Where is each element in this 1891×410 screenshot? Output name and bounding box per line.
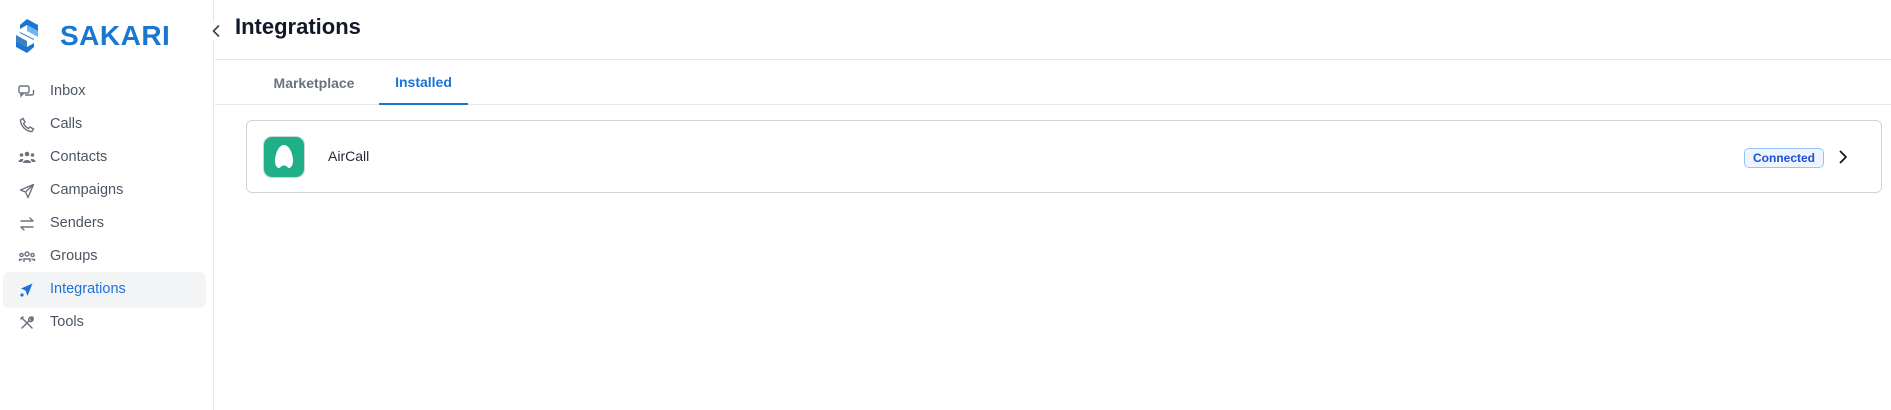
- aircall-logo-icon: [263, 136, 305, 178]
- sidebar-item-inbox[interactable]: Inbox: [3, 74, 206, 110]
- sidebar-item-calls[interactable]: Calls: [3, 107, 206, 143]
- phone-icon: [18, 117, 36, 133]
- tab-marketplace[interactable]: Marketplace: [249, 60, 379, 105]
- sidebar-item-label: Groups: [50, 248, 98, 264]
- integration-card-aircall[interactable]: AirCall Connected: [246, 120, 1882, 193]
- sidebar-item-label: Contacts: [50, 149, 108, 165]
- brand-name: SAKARI: [60, 20, 171, 51]
- chat-bubbles-icon: [18, 84, 36, 100]
- page-header: Integrations: [215, 0, 1891, 60]
- sidebar-item-integrations[interactable]: Integrations: [3, 272, 206, 308]
- brand-logo[interactable]: SAKARI: [14, 18, 170, 54]
- group-icon: [18, 249, 36, 265]
- sidebar-item-label: Senders: [50, 215, 105, 231]
- sidebar-item-contacts[interactable]: Contacts: [3, 140, 206, 176]
- tools-icon: [18, 315, 36, 331]
- sidebar-item-label: Inbox: [50, 83, 86, 99]
- integration-name: AirCall: [328, 148, 370, 164]
- sidebar-item-label: Tools: [50, 314, 84, 330]
- status-badge: Connected: [1744, 148, 1825, 168]
- sidebar: SAKARI Inbox Calls Contacts Campaigns Se…: [0, 0, 214, 410]
- sakari-logo-icon: [16, 19, 38, 53]
- tab-bar: Marketplace Installed: [215, 60, 1891, 105]
- page-title: Integrations: [235, 14, 361, 39]
- chevron-right-icon: [1837, 149, 1849, 165]
- sidebar-item-senders[interactable]: Senders: [3, 206, 206, 242]
- sidebar-item-tools[interactable]: Tools: [3, 305, 206, 341]
- sidebar-item-label: Campaigns: [50, 182, 124, 198]
- paper-plane-icon: [18, 183, 36, 199]
- sidebar-item-label: Integrations: [50, 281, 126, 297]
- sidebar-item-label: Calls: [50, 116, 83, 132]
- people-icon: [18, 150, 36, 166]
- sidebar-item-campaigns[interactable]: Campaigns: [3, 173, 206, 209]
- tab-installed[interactable]: Installed: [379, 60, 468, 105]
- swap-arrows-icon: [18, 216, 36, 232]
- sidebar-item-groups[interactable]: Groups: [3, 239, 206, 275]
- integrations-icon: [18, 282, 36, 298]
